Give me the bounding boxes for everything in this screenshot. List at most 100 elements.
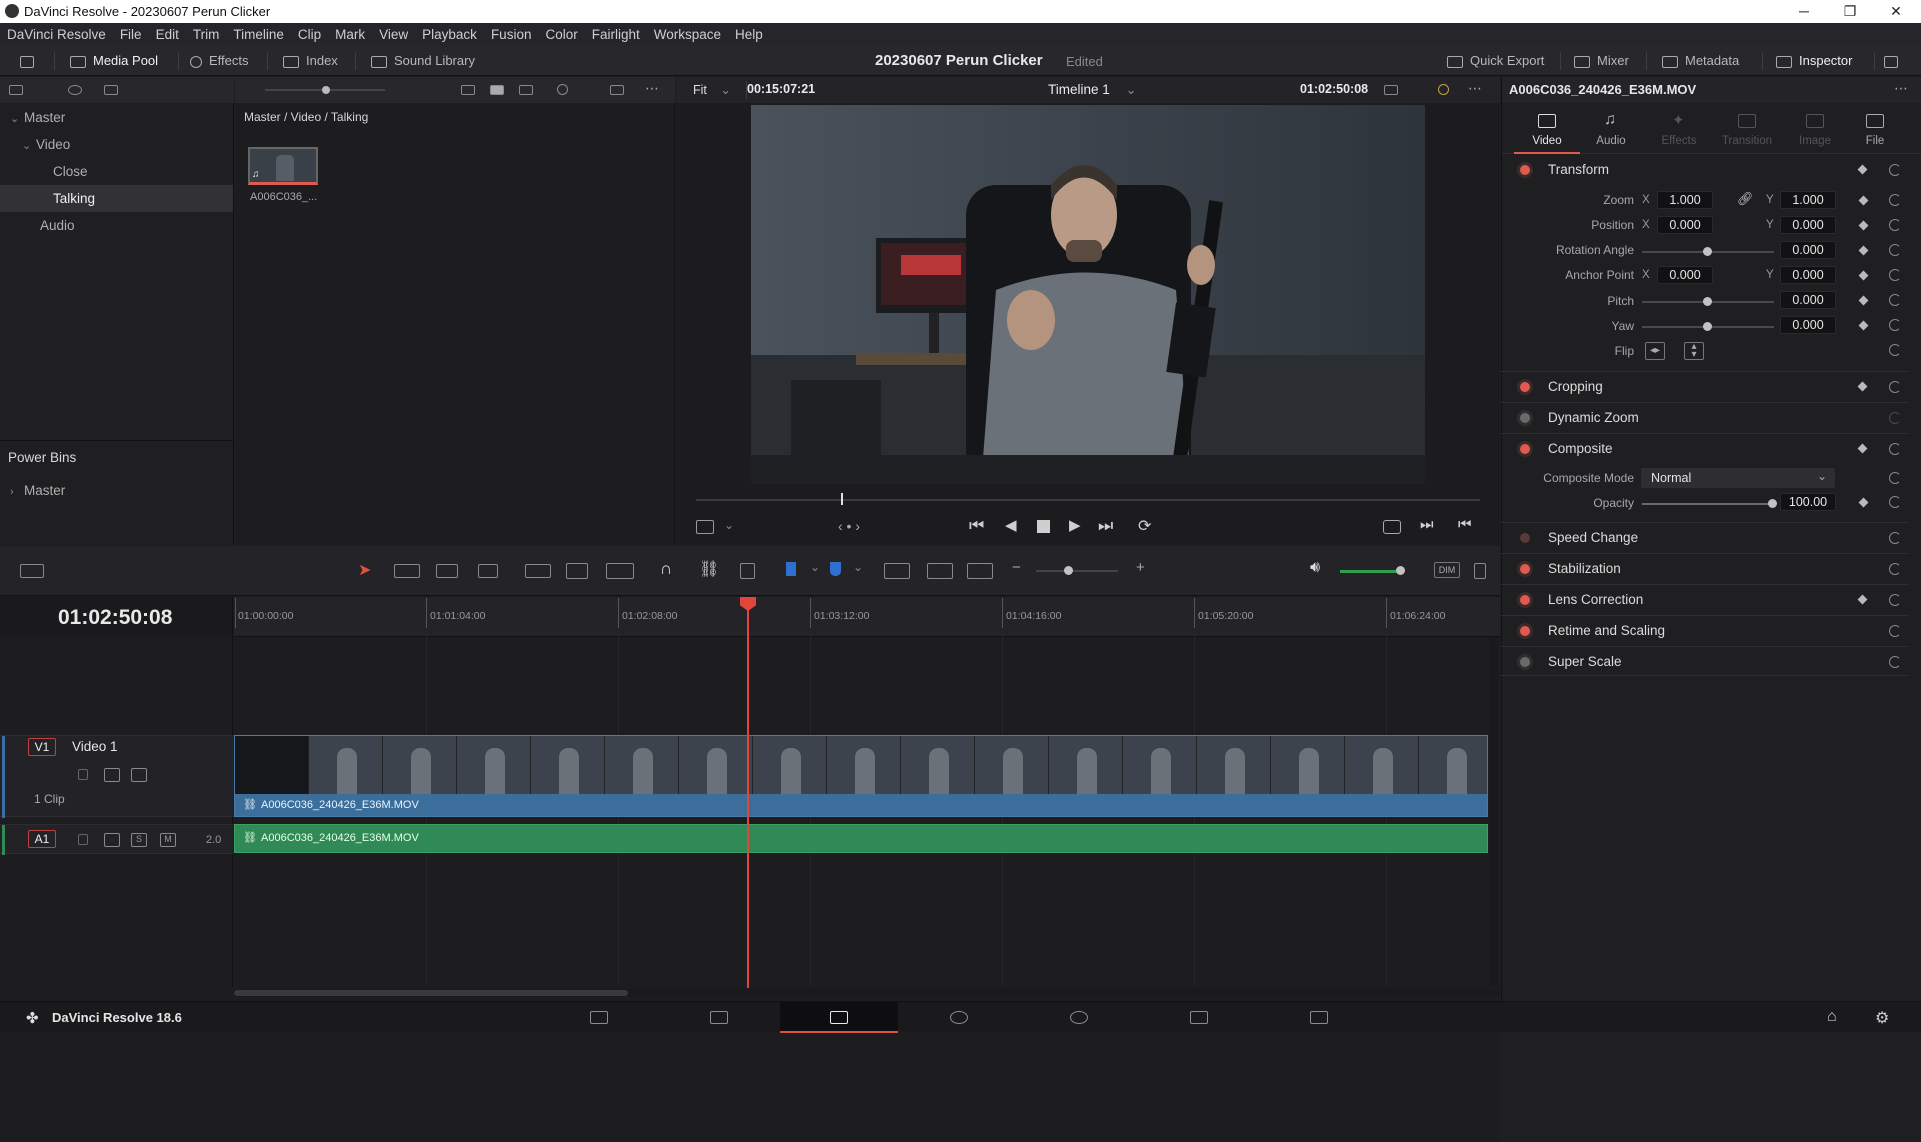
effects-button[interactable]: Effects xyxy=(190,46,249,76)
menu-view[interactable]: View xyxy=(372,23,415,46)
zoom-custom-icon[interactable] xyxy=(967,563,993,579)
replace-clip-icon[interactable] xyxy=(606,563,634,579)
timeline-timecode[interactable]: 01:02:50:08 xyxy=(58,606,172,630)
lens-correction-section-header[interactable]: Lens Correction xyxy=(1501,584,1909,614)
super-scale-section-header[interactable]: Super Scale xyxy=(1501,646,1909,676)
timeline-zoom-slider[interactable] xyxy=(1036,570,1118,572)
bin-view-icon[interactable] xyxy=(9,85,23,95)
blade-tool-icon[interactable] xyxy=(478,564,498,578)
reset-icon[interactable] xyxy=(1889,472,1901,484)
zoom-in-icon[interactable]: + xyxy=(1136,559,1145,576)
zoom-out-icon[interactable]: − xyxy=(1012,559,1021,576)
composite-enable-toggle[interactable] xyxy=(1520,444,1530,454)
overwrite-clip-icon[interactable] xyxy=(566,563,588,579)
transform-section-header[interactable]: Transform xyxy=(1501,155,1909,185)
record-timecode[interactable]: 01:02:50:08 xyxy=(1300,82,1368,96)
track-header-v1[interactable]: V1 Video 1 1 Clip xyxy=(0,735,233,818)
bin-video[interactable]: ⌄ Video xyxy=(0,131,233,158)
stabilization-enable-toggle[interactable] xyxy=(1520,564,1530,574)
smart-bin-icon[interactable] xyxy=(104,85,118,95)
media-pool-button[interactable]: Media Pool xyxy=(70,46,158,76)
fit-dropdown[interactable]: Fit ⌄ xyxy=(693,82,731,97)
anchor-x-field[interactable]: 0.000 xyxy=(1657,266,1713,284)
tab-video[interactable]: Video xyxy=(1514,104,1580,154)
track-v1-badge[interactable]: V1 xyxy=(28,738,56,756)
mixer-button[interactable]: Mixer xyxy=(1574,46,1629,76)
menu-mark[interactable]: Mark xyxy=(328,23,372,46)
reset-icon[interactable] xyxy=(1889,594,1901,606)
bin-talking[interactable]: Talking xyxy=(0,185,233,212)
quick-export-button[interactable]: Quick Export xyxy=(1447,46,1544,76)
rotation-angle-field[interactable]: 0.000 xyxy=(1780,241,1836,259)
composite-section-header[interactable]: Composite xyxy=(1501,433,1909,463)
timeline-name-dropdown[interactable]: Timeline 1 ⌄ xyxy=(1048,82,1137,98)
page-fairlight[interactable] xyxy=(1140,1002,1258,1033)
opacity-slider[interactable] xyxy=(1642,503,1774,505)
go-to-start-icon[interactable]: ⏮ xyxy=(969,516,984,536)
power-bin-master[interactable]: › Master xyxy=(0,477,233,504)
auto-select-icon[interactable] xyxy=(104,768,120,782)
crop-tool-icon[interactable] xyxy=(696,520,714,534)
chevron-down-icon[interactable]: ⌄ xyxy=(724,518,734,532)
reset-icon[interactable] xyxy=(1889,412,1901,424)
reset-icon[interactable] xyxy=(1889,625,1901,637)
home-icon[interactable]: ⌂ xyxy=(1827,1008,1837,1026)
reset-icon[interactable] xyxy=(1889,563,1901,575)
mute-button[interactable]: M xyxy=(160,833,176,847)
speed-change-section-header[interactable]: Speed Change xyxy=(1501,522,1909,552)
position-lock-icon[interactable] xyxy=(740,563,755,579)
volume-slider-knob[interactable] xyxy=(1396,566,1405,575)
page-deliver[interactable] xyxy=(1260,1002,1378,1033)
audio-clip[interactable]: ⛓︎ A006C036_240426_E36M.MOV xyxy=(234,824,1488,853)
yaw-field[interactable]: 0.000 xyxy=(1780,316,1836,334)
sort-icon[interactable] xyxy=(610,85,624,95)
audio-meter-icon[interactable] xyxy=(1474,563,1486,579)
anchor-y-field[interactable]: 0.000 xyxy=(1780,266,1836,284)
track-visibility-icon[interactable] xyxy=(131,768,147,782)
timeline-vertical-scroll[interactable] xyxy=(1490,637,1498,987)
page-edit[interactable] xyxy=(780,1002,898,1033)
menu-fairlight[interactable]: Fairlight xyxy=(585,23,647,46)
tab-file[interactable]: File xyxy=(1842,104,1908,154)
menu-fusion[interactable]: Fusion xyxy=(484,23,539,46)
stop-icon[interactable] xyxy=(1037,520,1050,533)
reset-icon[interactable] xyxy=(1889,164,1901,176)
play-icon[interactable]: ▶ xyxy=(1069,516,1081,534)
composite-mode-dropdown[interactable]: Normal ⌄ xyxy=(1641,468,1835,488)
playback-speed-icon[interactable] xyxy=(1438,84,1449,95)
dim-button[interactable]: DIM xyxy=(1434,562,1460,578)
keyframe-icon[interactable] xyxy=(1857,381,1868,392)
gear-icon[interactable]: ⚙ xyxy=(1875,1008,1889,1028)
reset-icon[interactable] xyxy=(1889,294,1901,306)
source-timecode[interactable]: 00:15:07:21 xyxy=(747,82,815,96)
page-cut[interactable] xyxy=(660,1002,778,1033)
zoom-x-field[interactable]: 1.000 xyxy=(1657,191,1713,209)
opacity-slider-knob[interactable] xyxy=(1768,499,1777,508)
sound-library-button[interactable]: Sound Library xyxy=(371,46,475,76)
timeline-scrollbar-thumb[interactable] xyxy=(234,990,628,996)
tab-transition[interactable]: Transition xyxy=(1714,104,1780,154)
page-color[interactable] xyxy=(1020,1002,1138,1033)
match-frame-icon[interactable] xyxy=(1383,520,1401,534)
linked-selection-icon[interactable]: ⛓︎ xyxy=(699,559,719,579)
panel-toggle-button[interactable] xyxy=(20,46,38,76)
playhead-line[interactable] xyxy=(747,608,749,988)
menu-help[interactable]: Help xyxy=(728,23,770,46)
flag-icon[interactable] xyxy=(786,562,796,576)
previous-edit-icon[interactable]: ⏮ xyxy=(1458,516,1472,533)
menu-file[interactable]: File xyxy=(113,23,149,46)
menu-color[interactable]: Color xyxy=(538,23,584,46)
keyframe-icon[interactable] xyxy=(1857,594,1868,605)
cropping-section-header[interactable]: Cropping xyxy=(1501,371,1909,401)
chevron-down-icon[interactable]: ⌄ xyxy=(853,560,863,574)
chevron-down-icon[interactable]: ⌄ xyxy=(810,560,820,574)
lock-icon[interactable] xyxy=(78,834,88,845)
track-v1-name[interactable]: Video 1 xyxy=(72,739,118,754)
selection-tool-icon[interactable]: ➤ xyxy=(358,560,371,580)
lock-icon[interactable] xyxy=(78,769,88,780)
video-clip[interactable]: ⛓︎ A006C036_240426_E36M.MOV xyxy=(234,735,1488,817)
cropping-enable-toggle[interactable] xyxy=(1520,382,1530,392)
reset-icon[interactable] xyxy=(1889,269,1901,281)
more-options-icon[interactable]: ⋯ xyxy=(645,80,659,97)
insert-clip-icon[interactable] xyxy=(525,564,551,578)
